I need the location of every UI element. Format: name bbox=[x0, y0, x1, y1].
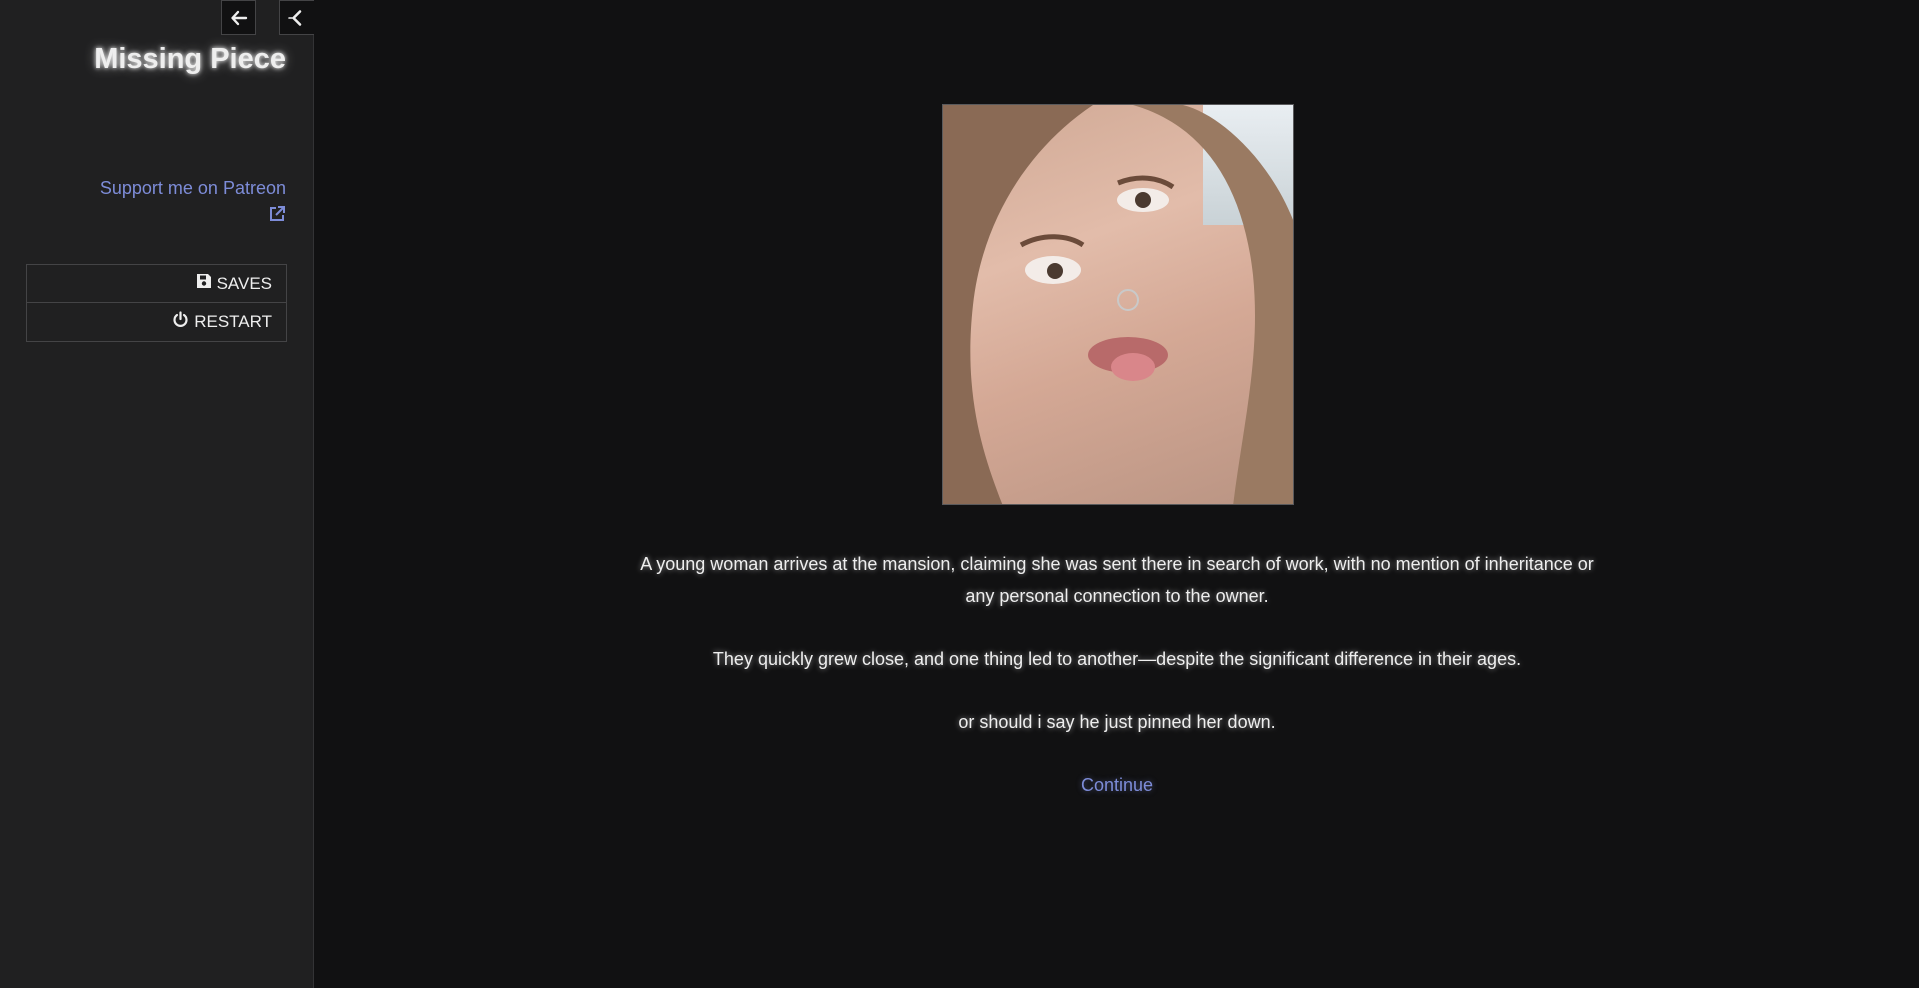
arrow-left-icon bbox=[230, 9, 248, 27]
power-icon bbox=[172, 311, 194, 333]
floppy-disk-icon bbox=[196, 273, 217, 294]
sidebar-toggle-button[interactable] bbox=[279, 0, 314, 35]
story-title: Missing Piece bbox=[94, 43, 286, 75]
passage: A young woman arrives at the mansion, cl… bbox=[315, 0, 1919, 988]
sidebar-menu: SAVES RESTART bbox=[26, 264, 287, 342]
continue-link[interactable]: Continue bbox=[1081, 775, 1153, 795]
restart-label: RESTART bbox=[194, 312, 272, 331]
sidebar: Missing Piece Support me on Patreon SAVE… bbox=[0, 0, 314, 988]
passage-paragraph: A young woman arrives at the mansion, cl… bbox=[640, 554, 1594, 606]
story-image bbox=[942, 104, 1294, 505]
chevron-left-icon bbox=[288, 9, 306, 27]
saves-label: SAVES bbox=[216, 273, 272, 293]
restart-button[interactable]: RESTART bbox=[26, 303, 287, 342]
passage-text: A young woman arrives at the mansion, cl… bbox=[315, 548, 1919, 832]
passage-paragraph: They quickly grew close, and one thing l… bbox=[712, 649, 1522, 669]
image-portrait-shapes bbox=[943, 105, 1293, 504]
saves-button[interactable]: SAVES bbox=[26, 264, 287, 303]
patreon-link[interactable]: Support me on Patreon bbox=[100, 175, 286, 230]
history-back-button[interactable] bbox=[221, 0, 256, 35]
patreon-link-label: Support me on Patreon bbox=[99, 178, 286, 198]
passage-paragraph: or should i say he just pinned her down. bbox=[958, 712, 1276, 732]
external-link-icon bbox=[268, 204, 286, 230]
